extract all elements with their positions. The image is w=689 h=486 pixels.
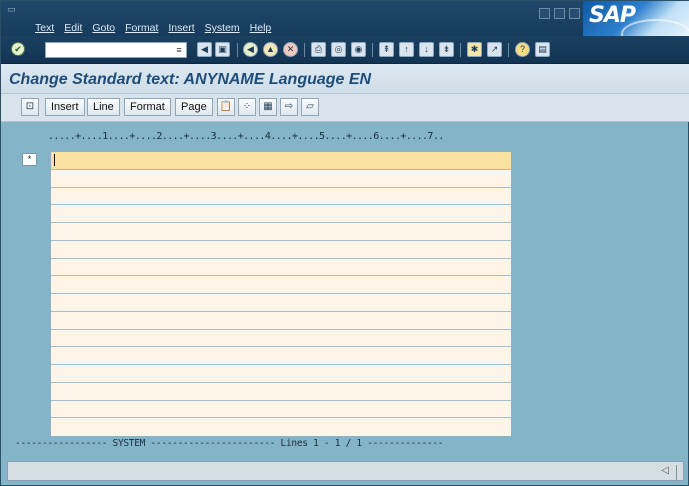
menu-edit[interactable]: Edit	[64, 22, 82, 34]
back-icon[interactable]: ◀	[243, 42, 258, 57]
page-title: Change Standard text: ANYNAME Language E…	[9, 71, 372, 88]
title-bar: Change Standard text: ANYNAME Language E…	[1, 64, 689, 94]
collapse-status-icon[interactable]: ◁	[661, 465, 669, 476]
previous-page-icon[interactable]: ↑	[399, 42, 414, 57]
standard-toolbar: ✔ ≡ ◀ ▣ ◀ ▲ ✕ ⎙ ◎ ◉ ⇞ ↑ ↓ ⇟ ✱ ↗ ? ▤	[1, 36, 689, 64]
layout-menu-icon[interactable]: ▤	[535, 42, 550, 57]
next-page-icon[interactable]: ↓	[419, 42, 434, 57]
command-input[interactable]	[46, 43, 171, 57]
text-editor[interactable]	[50, 151, 512, 436]
menu-bar: ▭ Text Edit Goto Format Insert System He…	[1, 1, 689, 36]
print-icon[interactable]: ⎙	[311, 42, 326, 57]
minimize-button[interactable]	[539, 8, 550, 19]
application-toolbar: ⊡ Insert Line Format Page 📋 ⁘ ▦ ⇨ ▱	[1, 94, 689, 122]
editor-line[interactable]	[51, 347, 511, 365]
editor-line[interactable]	[51, 365, 511, 383]
create-session-icon[interactable]: ✱	[467, 42, 482, 57]
enter-icon[interactable]: ✔	[11, 42, 25, 56]
editor-line[interactable]	[51, 418, 511, 436]
editor-line[interactable]	[51, 382, 511, 401]
cut-icon[interactable]: ▦	[259, 98, 277, 116]
insert-document-icon[interactable]: ⇨	[280, 98, 298, 116]
editor-line[interactable]	[51, 311, 511, 330]
maximize-button[interactable]	[554, 8, 565, 19]
comment-icon[interactable]: ▱	[301, 98, 319, 116]
menu-goto[interactable]: Goto	[92, 22, 115, 34]
text-cursor	[54, 154, 55, 166]
menu-insert[interactable]: Insert	[168, 22, 194, 34]
exit-icon[interactable]: ▲	[263, 42, 278, 57]
generate-shortcut-icon[interactable]: ↗	[487, 42, 502, 57]
format-button[interactable]: Format	[124, 98, 171, 116]
menu-format[interactable]: Format	[125, 22, 158, 34]
mark-block-icon[interactable]: ⁘	[238, 98, 256, 116]
insert-button[interactable]: Insert	[45, 98, 85, 116]
find-icon[interactable]: ◎	[331, 42, 346, 57]
menu-items: Text Edit Goto Format Insert System Help	[35, 22, 281, 34]
sap-gui-window: ▭ Text Edit Goto Format Insert System He…	[0, 0, 689, 486]
menu-text[interactable]: Text	[35, 22, 54, 34]
select-icon[interactable]: ⊡	[21, 98, 39, 116]
close-window-button[interactable]	[569, 8, 580, 19]
first-page-icon[interactable]: ⇞	[379, 42, 394, 57]
sap-logo: SAP	[583, 1, 689, 36]
paste-icon[interactable]: 📋	[217, 98, 235, 116]
page-button[interactable]: Page	[175, 98, 213, 116]
editor-line[interactable]	[51, 223, 511, 241]
cancel-icon[interactable]: ✕	[283, 42, 298, 57]
editor-line[interactable]	[51, 240, 511, 259]
editor-line[interactable]	[51, 294, 511, 312]
editor-line[interactable]	[51, 205, 511, 223]
last-page-icon[interactable]: ⇟	[439, 42, 454, 57]
history-icon[interactable]: ≡	[174, 44, 184, 56]
menu-system[interactable]: System	[205, 22, 240, 34]
back-arrow-icon[interactable]: ◀	[197, 42, 212, 57]
find-next-icon[interactable]: ◉	[351, 42, 366, 57]
editor-status-line: ----------------- SYSTEM ---------------…	[15, 438, 444, 449]
resize-grip[interactable]	[676, 465, 686, 481]
status-bar: ◁	[7, 461, 684, 481]
editor-line[interactable]	[51, 169, 511, 188]
editor-line[interactable]	[51, 258, 511, 277]
editor-line[interactable]	[51, 329, 511, 348]
line-format-marker[interactable]: *	[22, 153, 37, 166]
editor-line[interactable]	[51, 187, 511, 206]
save-icon[interactable]: ▣	[215, 42, 230, 57]
line-button[interactable]: Line	[87, 98, 120, 116]
help-icon[interactable]: ?	[515, 42, 530, 57]
editor-line[interactable]	[51, 400, 511, 419]
editor-ruler: .....+....1....+....2....+....3....+....…	[48, 131, 444, 142]
menu-help[interactable]: Help	[250, 22, 272, 34]
editor-line[interactable]	[51, 276, 511, 294]
command-field[interactable]: ≡	[45, 42, 187, 58]
window-controls	[539, 8, 580, 19]
window-system-icon[interactable]: ▭	[7, 4, 19, 16]
editor-line[interactable]	[51, 152, 511, 170]
